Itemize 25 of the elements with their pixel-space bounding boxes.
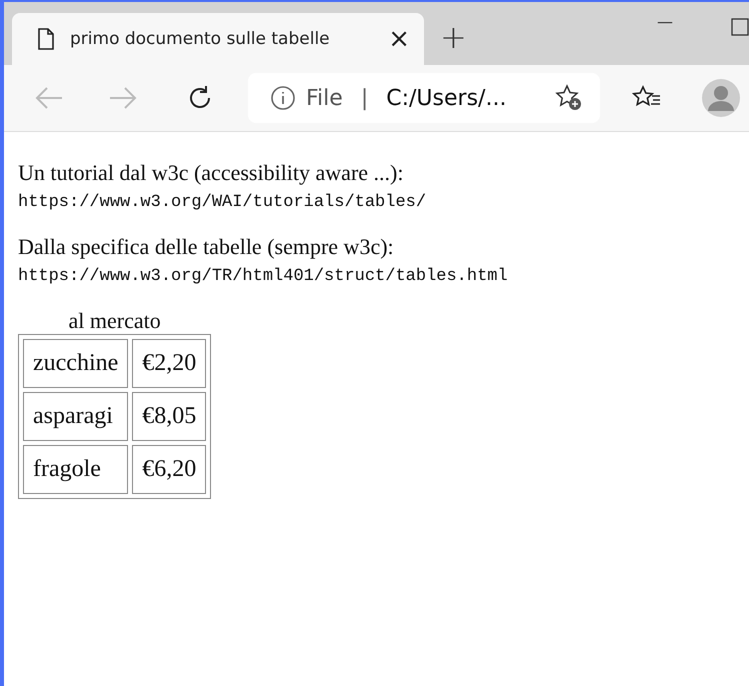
table-caption: al mercato (68, 308, 162, 334)
table-cell: €2,20 (132, 338, 206, 388)
url-text: https://www.w3.org/TR/html401/struct/tables.html (18, 267, 508, 286)
address-separator: | (360, 86, 368, 110)
close-tab-button[interactable]: × (388, 24, 410, 54)
add-favorite-icon[interactable] (554, 83, 584, 113)
maximize-icon[interactable] (731, 18, 749, 36)
table-cell: €6,20 (132, 444, 206, 494)
info-icon (270, 85, 296, 111)
table-cell: fragole (23, 444, 128, 494)
document-icon (36, 28, 56, 50)
table-cell: €8,05 (132, 392, 206, 441)
paragraph-text: Un tutorial dal w3c (accessibility aware ...): (18, 160, 404, 185)
new-tab-button[interactable]: + (440, 15, 467, 59)
browser-tab[interactable]: primo documento sulle tabelle × (12, 13, 424, 65)
url-text: https://www.w3.org/WAI/tutorials/tables/ (18, 193, 426, 212)
file-label: File (306, 86, 343, 110)
tab-title: primo documento sulle tabelle (70, 29, 331, 49)
paragraph-text: Dalla specifica delle tabelle (sempre w3c): (18, 234, 394, 259)
profile-avatar-icon[interactable] (702, 79, 740, 117)
minimize-button[interactable]: — (657, 12, 673, 31)
address-text: C:/Users/... (386, 86, 508, 110)
table-cell: zucchine (23, 338, 128, 388)
address-bar[interactable]: File | C:/Users/... (248, 73, 600, 123)
table-cell: asparagi (23, 392, 128, 441)
